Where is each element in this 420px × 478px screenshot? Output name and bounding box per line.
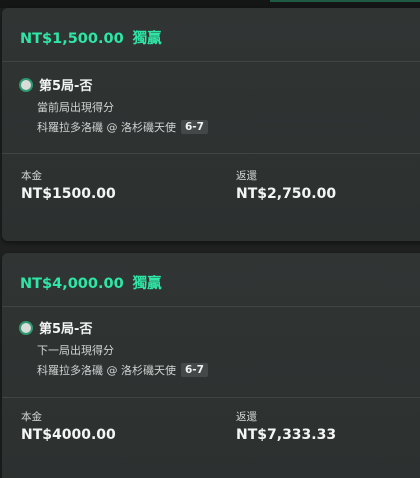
return-block: 返還 NT$2,750.00 (236, 168, 336, 202)
return-label: 返還 (236, 170, 257, 182)
radio-selected-icon (19, 320, 33, 335)
bet-card[interactable]: NT$1,500.00 獨贏 第5局-否 當前局出現得分 科羅拉多洛磯 @ 洛杉… (2, 8, 420, 241)
market-name: 當前局出現得分 (37, 101, 114, 114)
divider (2, 61, 420, 62)
bet-selection: 第5局-否 當前局出現得分 科羅拉多洛磯 @ 洛杉磯天使 6-7 (19, 75, 208, 135)
radio-selected-icon (19, 77, 33, 92)
stake-label: 本金 (21, 411, 42, 423)
bet-amount: NT$1,500.00 (20, 31, 124, 47)
return-value: NT$2,750.00 (236, 186, 337, 202)
bet-history-page: NT$1,500.00 獨贏 第5局-否 當前局出現得分 科羅拉多洛磯 @ 洛杉… (0, 0, 420, 478)
bet-card-header: NT$4,000.00 獨贏 (20, 272, 162, 293)
event-row: 科羅拉多洛磯 @ 洛杉磯天使 6-7 (37, 362, 208, 378)
divider (2, 306, 420, 307)
return-block: 返還 NT$7,333.33 (236, 409, 336, 443)
stake-block: 本金 NT$4000.00 (21, 409, 116, 443)
bet-type: 獨贏 (132, 31, 162, 47)
stake-value: NT$4000.00 (21, 427, 116, 443)
score-badge: 6-7 (181, 120, 208, 134)
stake-block: 本金 NT$1500.00 (21, 168, 116, 202)
event-name: 科羅拉多洛磯 @ 洛杉磯天使 (37, 364, 176, 377)
bet-amount: NT$4,000.00 (20, 276, 124, 292)
return-label: 返還 (236, 411, 257, 423)
divider (2, 153, 420, 154)
return-value: NT$7,333.33 (236, 427, 337, 443)
bet-selection: 第5局-否 下一局出現得分 科羅拉多洛磯 @ 洛杉磯天使 6-7 (19, 318, 208, 378)
bet-card-header: NT$1,500.00 獨贏 (20, 27, 162, 48)
top-strip-accent (270, 0, 420, 2)
stake-label: 本金 (21, 170, 42, 182)
selection-title: 第5局-否 (39, 79, 93, 94)
score-badge: 6-7 (181, 363, 208, 377)
market-name: 下一局出現得分 (37, 344, 114, 357)
selection-title: 第5局-否 (39, 322, 93, 337)
divider (2, 397, 420, 398)
stake-value: NT$1500.00 (21, 186, 116, 202)
bet-card[interactable]: NT$4,000.00 獨贏 第5局-否 下一局出現得分 科羅拉多洛磯 @ 洛杉… (2, 253, 420, 478)
event-name: 科羅拉多洛磯 @ 洛杉磯天使 (37, 121, 176, 134)
bet-type: 獨贏 (132, 276, 162, 292)
event-row: 科羅拉多洛磯 @ 洛杉磯天使 6-7 (37, 119, 208, 135)
